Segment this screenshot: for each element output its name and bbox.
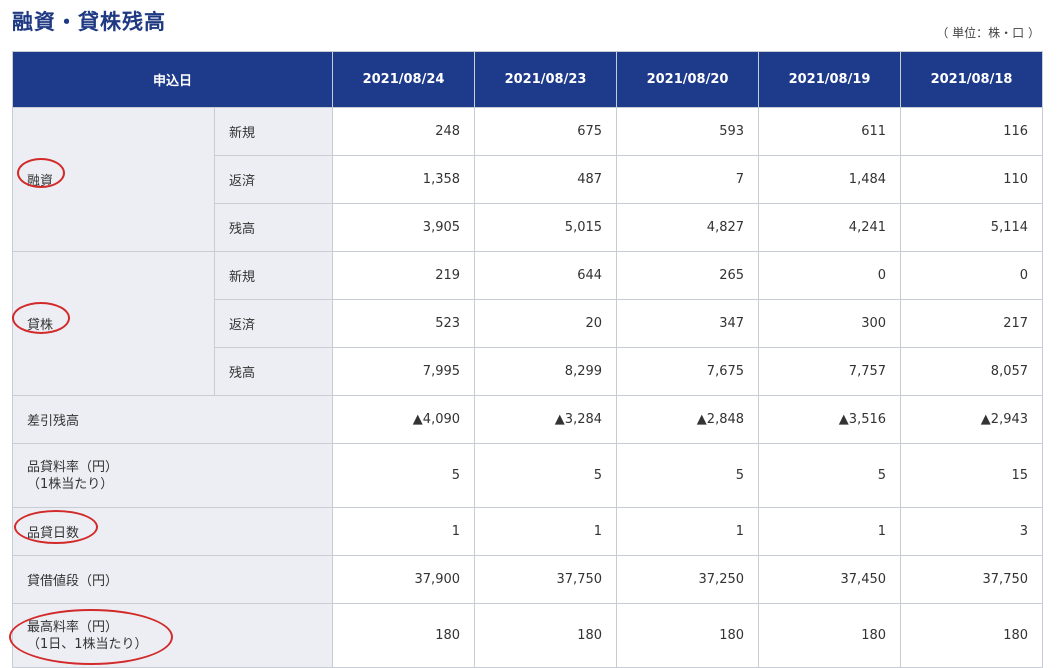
- header-row: 申込日 2021/08/24 2021/08/23 2021/08/20 202…: [11, 51, 1044, 108]
- group-kashikabu-label: 貸株: [12, 302, 70, 334]
- cell: 180: [474, 603, 618, 668]
- table-row: 貸株 新規 219 644 265 0 0: [12, 251, 1044, 396]
- cell: 217: [900, 299, 1044, 348]
- table-row: 品貸料率（円） （1株当たり） 5 5 5 5 15: [11, 443, 1044, 508]
- cell: 0: [900, 251, 1044, 300]
- table-row: 差引残高 ▲4,090 ▲3,284 ▲2,848 ▲3,516 ▲2,943: [11, 395, 1044, 444]
- cell: 5: [616, 443, 760, 508]
- cell: ▲3,284: [474, 395, 618, 444]
- cell: 265: [616, 251, 760, 300]
- cell: 37,750: [474, 555, 618, 604]
- table-row: 最高料率（円） （1日、1株当たり） 180 180 180 180 180: [9, 603, 1044, 668]
- cell: 5,114: [900, 203, 1044, 252]
- row-label: 残高: [213, 203, 334, 252]
- row-label: 返済: [213, 299, 334, 348]
- cell: 523: [332, 299, 476, 348]
- row-label: 新規: [213, 251, 334, 300]
- row-label: 差引残高: [11, 395, 334, 444]
- cell: 300: [758, 299, 902, 348]
- cell: 644: [474, 251, 618, 300]
- cell: ▲4,090: [332, 395, 476, 444]
- row-label: 貸借値段（円）: [11, 555, 334, 604]
- header-date: 2021/08/23: [474, 51, 618, 108]
- row-label: 品貸日数: [11, 507, 334, 556]
- row-label: 品貸料率（円） （1株当たり）: [11, 443, 334, 508]
- cell: ▲2,943: [900, 395, 1044, 444]
- cell: 3: [900, 507, 1044, 556]
- cell: 675: [474, 107, 618, 156]
- cell: 37,750: [900, 555, 1044, 604]
- cell: 7,675: [616, 347, 760, 396]
- cell: ▲3,516: [758, 395, 902, 444]
- cell: 8,299: [474, 347, 618, 396]
- row-label: 新規: [213, 107, 334, 156]
- cell: 7: [616, 155, 760, 204]
- header-date: 2021/08/24: [332, 51, 476, 108]
- cell: 180: [332, 603, 476, 668]
- cell: 611: [758, 107, 902, 156]
- cell: 1,358: [332, 155, 476, 204]
- cell: 8,057: [900, 347, 1044, 396]
- row-label: 残高: [213, 347, 334, 396]
- cell: 0: [758, 251, 902, 300]
- margin-balance-table: 申込日 2021/08/24 2021/08/23 2021/08/20 202…: [9, 51, 1044, 668]
- table-row: 品貸日数 1 1 1 1 3: [11, 507, 1044, 556]
- cell: 5,015: [474, 203, 618, 252]
- cell: 7,757: [758, 347, 902, 396]
- cell: ▲2,848: [616, 395, 760, 444]
- page-title: 融資・貸株残高: [12, 10, 166, 34]
- cell: 219: [332, 251, 476, 300]
- cell: 593: [616, 107, 760, 156]
- group-kashikabu: 貸株: [12, 251, 215, 396]
- cell: 180: [900, 603, 1044, 668]
- cell: 180: [616, 603, 760, 668]
- cell: 180: [758, 603, 902, 668]
- group-yushi: 融資: [12, 107, 215, 252]
- cell: 20: [474, 299, 618, 348]
- cell: 3,905: [332, 203, 476, 252]
- cell: 1: [474, 507, 618, 556]
- cell: 37,900: [332, 555, 476, 604]
- cell: 5: [332, 443, 476, 508]
- cell: 4,827: [616, 203, 760, 252]
- unit-note: （ 単位：株・口 ）: [936, 26, 1040, 40]
- cell: 4,241: [758, 203, 902, 252]
- cell: 116: [900, 107, 1044, 156]
- cell: 5: [474, 443, 618, 508]
- cell: 1: [616, 507, 760, 556]
- row-label: 最高料率（円） （1日、1株当たり）: [9, 603, 334, 668]
- cell: 347: [616, 299, 760, 348]
- header-date: 2021/08/18: [900, 51, 1044, 108]
- cell: 37,450: [758, 555, 902, 604]
- cell: 1: [332, 507, 476, 556]
- cell: 37,250: [616, 555, 760, 604]
- header-date: 2021/08/20: [616, 51, 760, 108]
- group-yushi-label: 融資: [17, 158, 65, 189]
- cell: 15: [900, 443, 1044, 508]
- cell: 7,995: [332, 347, 476, 396]
- cell: 5: [758, 443, 902, 508]
- row-label: 返済: [213, 155, 334, 204]
- cell: 1: [758, 507, 902, 556]
- cell: 248: [332, 107, 476, 156]
- cell: 110: [900, 155, 1044, 204]
- header-date: 2021/08/19: [758, 51, 902, 108]
- table-row: 融資 新規 248 675 593 611 116: [12, 107, 1044, 252]
- table-row: 貸借値段（円） 37,900 37,750 37,250 37,450 37,7…: [11, 555, 1044, 604]
- cell: 1,484: [758, 155, 902, 204]
- cell: 487: [474, 155, 618, 204]
- header-date-label: 申込日: [11, 51, 334, 108]
